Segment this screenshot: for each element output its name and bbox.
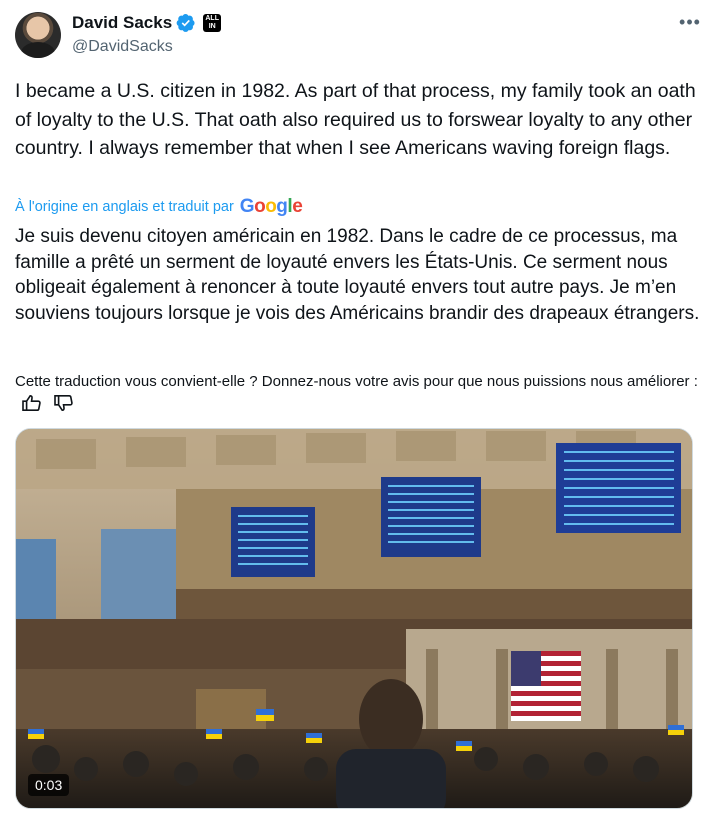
tweet-original-text: I became a U.S. citizen in 1982. As part…	[15, 80, 696, 159]
affiliation-badge[interactable]: ALL IN	[203, 14, 222, 32]
author-names: David Sacks ALL IN @DavidSacks	[72, 13, 222, 56]
feedback-prompt: Cette traduction vous convient-elle ? Do…	[15, 373, 698, 390]
author-display-name[interactable]: David Sacks	[72, 13, 172, 33]
video-frame	[16, 429, 692, 808]
tweet-translated-text: Je suis devenu citoyen américain en 1982…	[15, 226, 700, 324]
translation-feedback: Cette traduction vous convient-elle ? Do…	[15, 371, 705, 413]
translated-by-label: À l'origine en anglais et traduit par	[15, 199, 234, 215]
google-logo: Google	[239, 196, 303, 217]
verified-badge-icon[interactable]	[176, 13, 196, 33]
avatar[interactable]	[15, 12, 61, 58]
more-dots-icon[interactable]: •••	[678, 13, 702, 36]
video-timestamp: 0:03	[28, 774, 70, 796]
thumbs-down-icon[interactable]	[53, 394, 75, 412]
tweet-header: David Sacks ALL IN @DavidSacks •••	[15, 12, 712, 60]
thumbs-up-icon[interactable]	[21, 394, 43, 412]
translation-attribution: À l'origine en anglais et traduit par Go…	[15, 196, 303, 218]
author-handle[interactable]: @DavidSacks	[72, 38, 221, 56]
video-player[interactable]: 0:03	[15, 428, 693, 809]
